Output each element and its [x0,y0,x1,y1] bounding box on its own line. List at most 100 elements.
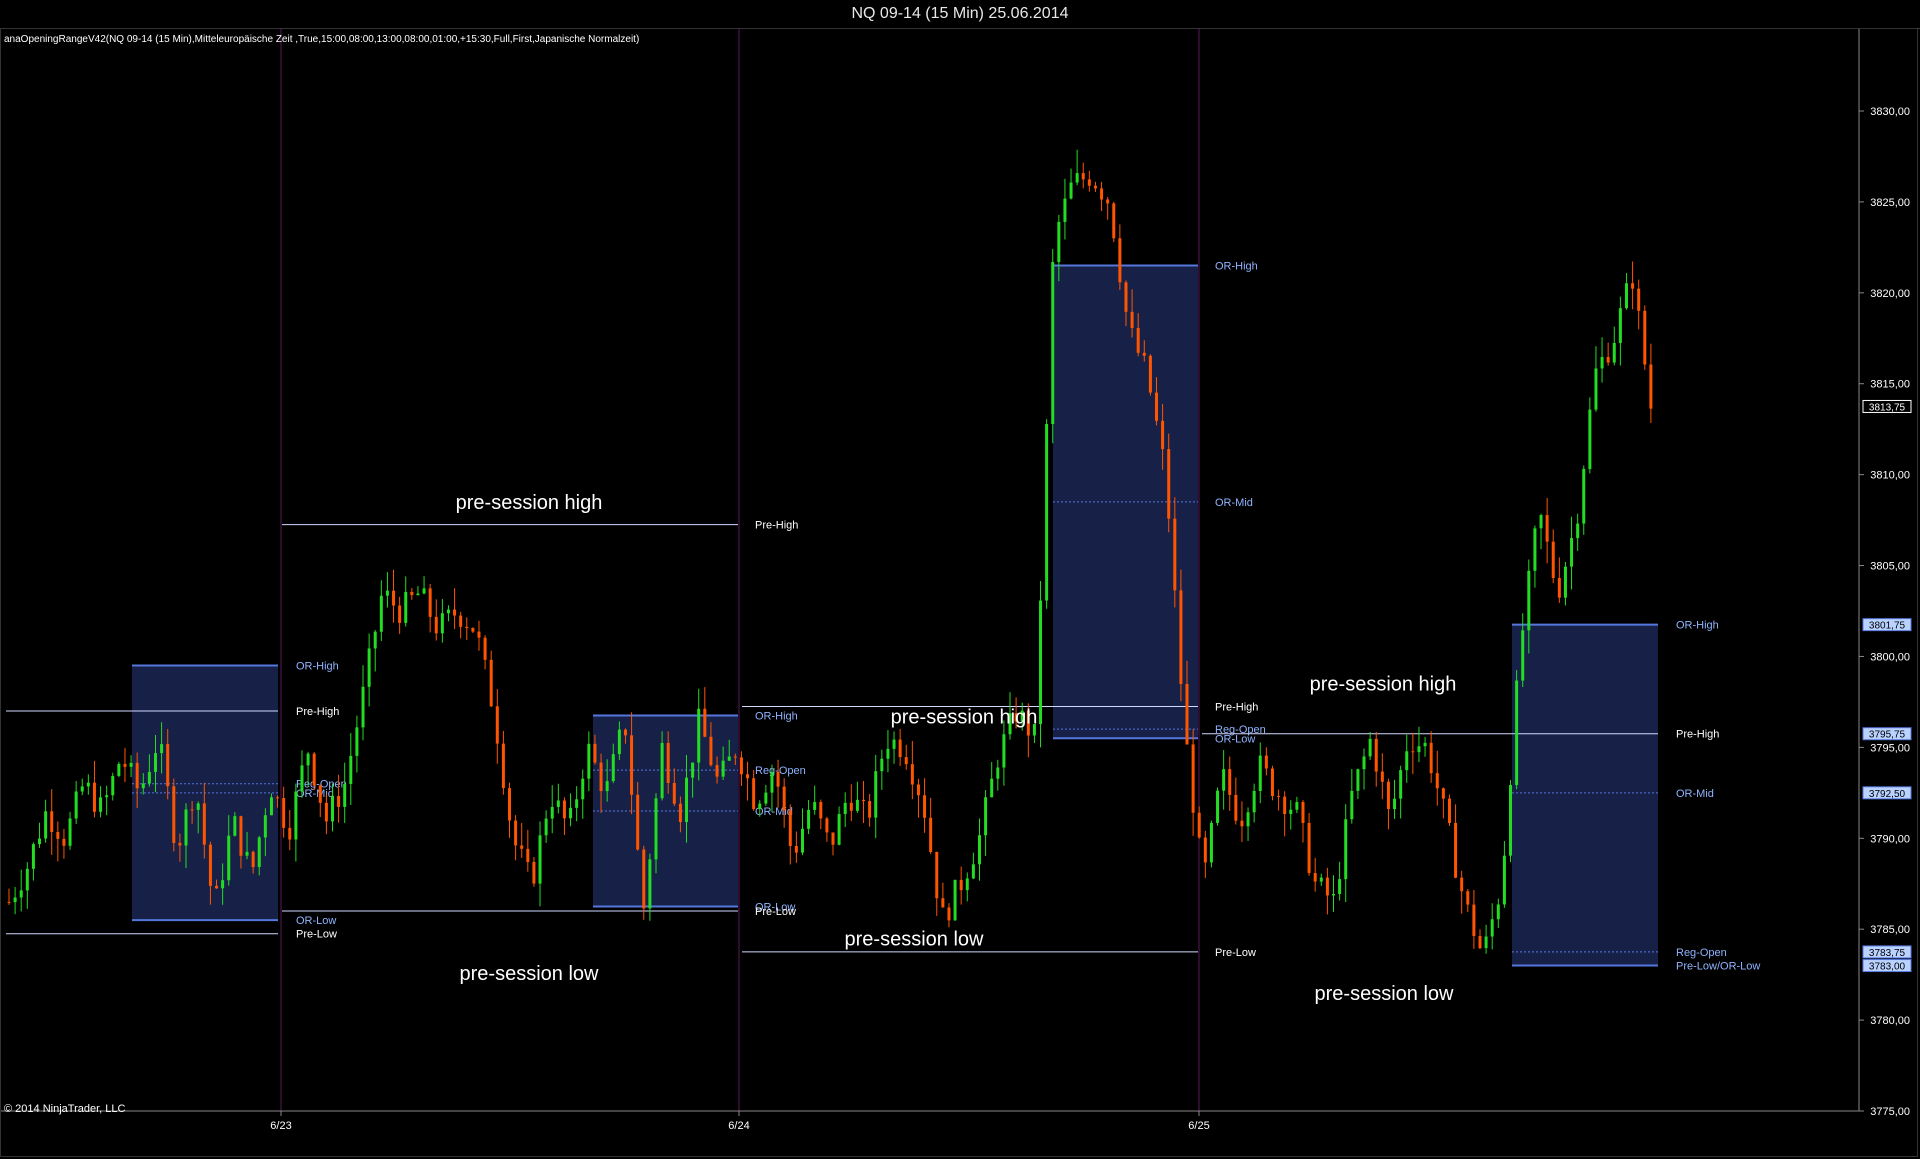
price-tick-label: 3795,00 [1870,742,1910,754]
candle-body [1515,680,1519,786]
candle-body [330,795,334,822]
candle-body [190,809,194,811]
candle-body [1289,809,1293,815]
candle-body [1130,311,1134,329]
candle-body [373,631,377,649]
level-label: Pre-Low [755,906,796,918]
candle-body [276,797,280,799]
candle-body [910,764,914,785]
candle-body [904,757,908,765]
candle-body [1124,282,1128,312]
candle-body [617,729,621,755]
candle-body [556,800,560,807]
candle-body [636,794,640,850]
candle-body [367,648,371,687]
price-chart[interactable]: OR-High Pre-High Reg-Open OR-Mid OR-Low Pre-L… [1,29,1919,1158]
candle-body [495,706,499,744]
level-label: Pre-High [1215,701,1258,713]
candle-body [1356,769,1360,791]
price-marker-label: 3795,75 [1869,730,1906,741]
candle-body [184,809,188,846]
level-label: Pre-High [1676,729,1719,741]
candle-body [404,591,408,623]
candle-body [282,798,286,828]
candle-body [1374,738,1378,772]
candle-body [1386,781,1390,810]
candle-body [1332,894,1336,896]
level-label: Pre-Low [1215,947,1256,959]
candle-body [1136,328,1140,353]
candle-body [1252,790,1256,813]
candle-body [1545,515,1549,542]
candle-body [538,835,542,884]
candle-body [715,765,719,777]
candle-body [202,803,206,845]
candle-body [1081,173,1085,180]
candle-body [1624,283,1628,309]
annotation-text: pre-session low [1315,983,1455,1005]
candle-body [709,736,713,766]
candle-body [605,781,609,792]
candle-body [422,588,426,594]
opening-range-box [1512,624,1658,966]
candle-body [1319,877,1323,882]
candle-body [1270,768,1274,797]
chart-panel[interactable]: OR-High Pre-High Reg-Open OR-Mid OR-Low Pre-L… [0,28,1918,1157]
level-label: Pre-Low/OR-Low [1676,961,1760,973]
candle-body [1612,342,1616,363]
candle-body [245,851,249,856]
candle-body [1649,364,1653,409]
level-label: OR-Mid [1676,788,1714,800]
candle-body [111,775,115,796]
candle-body [349,755,353,785]
candle-body [825,818,829,833]
candle-body [1411,751,1415,753]
level-label: Pre-High [296,706,339,718]
candle-body [92,782,96,812]
candle-body [977,835,981,865]
candle-body [1429,742,1433,774]
candle-body [434,616,438,634]
level-label: OR-Low [296,915,336,927]
candle-body [666,742,670,783]
candle-body [233,816,237,836]
candle-body [916,784,920,796]
candle-body [178,842,182,846]
candle-body [880,758,884,772]
candle-body [965,878,969,891]
price-tick-label: 3810,00 [1870,470,1910,482]
candle-body [868,801,872,818]
candle-body [428,588,432,617]
candle-body [1423,742,1427,747]
candle-body [1209,822,1213,863]
candle-body [947,907,951,921]
candle-body [862,799,866,802]
candle-body [1338,879,1342,895]
price-marker-label: 3801,75 [1869,621,1906,632]
candle-body [1264,755,1268,769]
candle-body [1185,683,1189,745]
candle-body [1509,785,1513,856]
candle-body [1313,873,1317,882]
candle-body [196,803,200,810]
candle-body [1344,819,1348,880]
candle-body [1490,919,1494,937]
candle-body [697,708,701,763]
candle-body [1075,173,1079,183]
candle-body [166,744,170,787]
opening-range-boxes [132,265,1658,966]
candle-body [691,762,695,778]
candle-body [7,901,11,903]
candle-body [172,786,176,843]
level-label: OR-Mid [1215,497,1253,509]
candle-body [1472,904,1476,937]
candle-body [50,811,54,832]
candle-body [294,791,298,840]
candle-body [562,800,566,819]
candle-body [459,615,463,627]
annotation-text: pre-session high [456,492,603,514]
candle-body [770,772,774,793]
candle-body [739,757,743,775]
candle-body [288,827,292,840]
annotation-text: pre-session low [845,928,985,950]
